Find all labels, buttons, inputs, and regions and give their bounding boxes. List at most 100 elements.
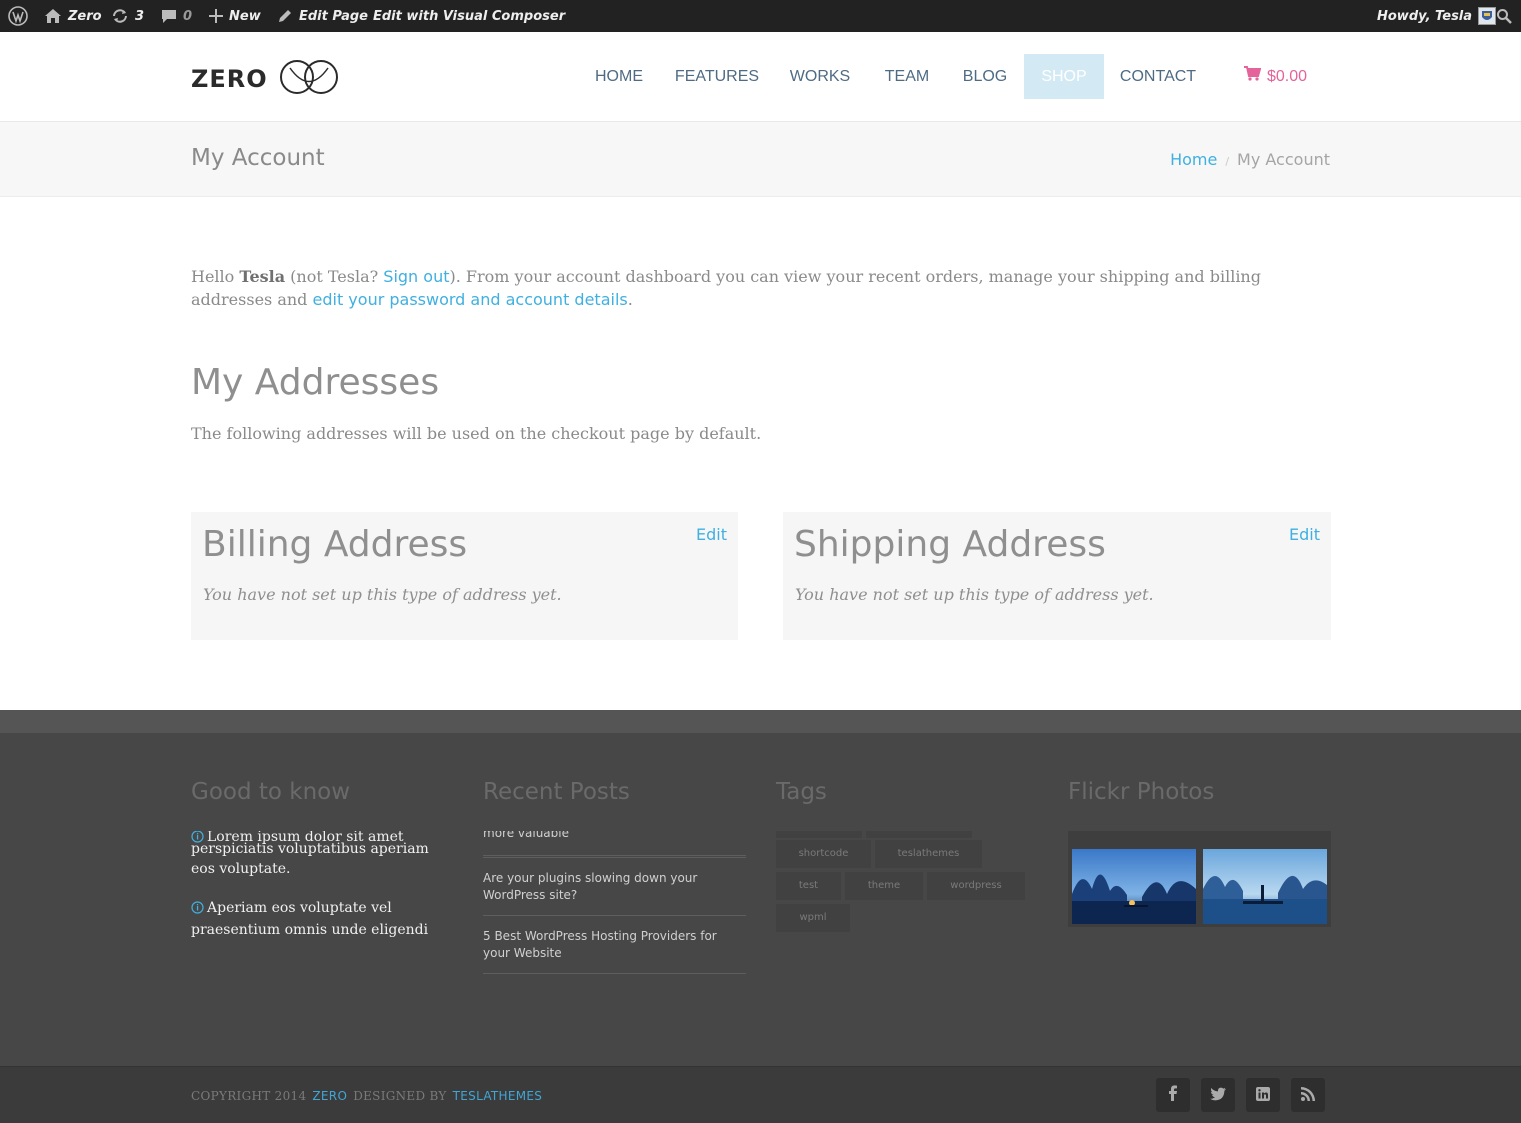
billing-edit-link[interactable]: Edit	[696, 525, 727, 544]
nav-contact[interactable]: CONTACT	[1113, 54, 1203, 99]
intro-hello: Hello	[191, 267, 240, 286]
good-to-know-item: perspiciatis voluptatibus aperiam eos vo…	[191, 841, 429, 877]
breadcrumb: Home / My Account	[1170, 150, 1330, 169]
intro-end: .	[627, 290, 633, 309]
billing-address-box: Billing Address Edit You have not set up…	[191, 512, 738, 640]
twitter-icon	[1210, 1086, 1226, 1105]
edit-account-link[interactable]: edit your password and account details	[313, 290, 628, 309]
account-menu[interactable]: Howdy, Tesla	[1377, 0, 1497, 32]
page-title: My Account	[191, 145, 325, 171]
edit-visual-composer-link[interactable]: Edit with Visual Composer	[373, 0, 565, 32]
tag-partial	[866, 831, 972, 838]
flickr-photos	[1068, 831, 1331, 927]
flickr-photo[interactable]	[1072, 849, 1196, 924]
breadcrumb-separator: /	[1225, 155, 1230, 168]
good-to-know-title: Good to know	[191, 779, 351, 805]
admin-bar: Zero 3 0 New Edit Page Edit with Visual …	[0, 0, 1521, 32]
tag-test[interactable]: test	[776, 872, 841, 900]
updates-count: 3	[135, 8, 145, 24]
footer-top-strip	[0, 710, 1521, 733]
tag-theme[interactable]: theme	[845, 872, 923, 900]
addresses-heading: My Addresses	[191, 362, 440, 403]
linkedin-icon	[1256, 1086, 1270, 1105]
tags-title: Tags	[776, 779, 827, 805]
howdy-label: Howdy, Tesla	[1377, 8, 1473, 24]
copyright-designed-by: DESIGNED BY	[353, 1089, 447, 1103]
facebook-icon	[1168, 1085, 1178, 1105]
logo-text: ZERO	[191, 65, 268, 93]
pencil-icon	[277, 8, 293, 24]
good-to-know-item: Aperiam eos voluptate vel praesentium om…	[191, 898, 441, 940]
wordpress-menu[interactable]	[8, 0, 28, 32]
comments-link[interactable]: 0	[161, 0, 192, 32]
cart-total: $0.00	[1267, 68, 1308, 85]
breadcrumb-current: My Account	[1237, 150, 1330, 169]
twitter-button[interactable]	[1201, 1078, 1235, 1112]
tag-wpml[interactable]: wpml	[776, 904, 850, 932]
site-name-label: Zero	[68, 8, 102, 24]
shipping-address-title: Shipping Address	[794, 524, 1106, 565]
cart-icon	[1244, 54, 1262, 99]
addresses-description: The following addresses will be used on …	[191, 424, 762, 443]
flickr-photo[interactable]	[1203, 849, 1327, 924]
flickr-title: Flickr Photos	[1068, 779, 1215, 805]
nav-features[interactable]: FEATURES	[670, 54, 764, 99]
plus-icon	[209, 9, 223, 23]
copyright-bar: COPYRIGHT 2014 ZERO DESIGNED BY TESLATHE…	[0, 1066, 1521, 1123]
linkedin-button[interactable]	[1246, 1078, 1280, 1112]
copyright-text: COPYRIGHT 2014 ZERO DESIGNED BY TESLATHE…	[191, 1089, 542, 1103]
visual-composer-label: Edit with Visual Composer	[373, 8, 566, 24]
recent-posts-title: Recent Posts	[483, 779, 630, 805]
new-content-link[interactable]: New	[209, 0, 261, 32]
tag-wordpress[interactable]: wordpress	[927, 872, 1025, 900]
site-name-link[interactable]: Zero	[44, 0, 102, 32]
divider	[483, 857, 746, 858]
edit-page-link[interactable]: Edit Page	[277, 0, 368, 32]
nav-works[interactable]: WORKS	[781, 54, 859, 99]
avatar-icon	[1478, 7, 1497, 25]
shipping-edit-link[interactable]: Edit	[1289, 525, 1320, 544]
facebook-button[interactable]	[1156, 1078, 1190, 1112]
copyright-prefix: COPYRIGHT 2014	[191, 1089, 307, 1103]
tag-partial	[776, 831, 862, 838]
wordpress-icon	[8, 6, 28, 26]
tag-teslathemes[interactable]: teslathemes	[875, 840, 982, 868]
breadcrumb-home[interactable]: Home	[1170, 150, 1217, 169]
recent-post-item[interactable]: 5 Best WordPress Hosting Providers for y…	[483, 928, 746, 974]
edit-page-label: Edit Page	[299, 8, 368, 24]
comments-icon	[161, 8, 177, 24]
recent-post-clip: more valuable	[483, 831, 746, 857]
billing-address-title: Billing Address	[202, 524, 468, 565]
nav-blog[interactable]: BLOG	[954, 54, 1016, 99]
designer-link[interactable]: TESLATHEMES	[453, 1089, 543, 1103]
new-label: New	[229, 8, 261, 24]
recent-post-item[interactable]: more valuable	[483, 831, 746, 856]
rss-button[interactable]	[1291, 1078, 1325, 1112]
admin-search[interactable]	[1496, 0, 1512, 32]
site-logo[interactable]: ZERO	[191, 59, 340, 99]
rss-icon	[1301, 1086, 1315, 1105]
info-icon	[191, 900, 204, 920]
sign-out-link[interactable]: Sign out	[383, 267, 449, 286]
site-header: ZERO HOME FEATURES WORKS TEAM BLOG SHOP …	[0, 32, 1521, 122]
comments-count: 0	[183, 8, 193, 24]
updates-link[interactable]: 3	[111, 0, 144, 32]
tag-shortcode[interactable]: shortcode	[776, 840, 871, 868]
page-title-bar: My Account Home / My Account	[0, 122, 1521, 197]
intro-user: Tesla	[239, 267, 286, 286]
infinity-logo-icon	[278, 59, 340, 99]
good-to-know-text: Aperiam eos voluptate vel praesentium om…	[191, 900, 429, 938]
recent-post-item[interactable]: Are your plugins slowing down your WordP…	[483, 870, 746, 916]
search-icon	[1496, 8, 1512, 24]
nav-home[interactable]: HOME	[585, 54, 653, 99]
nav-team[interactable]: TEAM	[876, 54, 938, 99]
nav-shop[interactable]: SHOP	[1024, 54, 1104, 99]
cart-link[interactable]: $0.00	[1244, 54, 1307, 99]
home-icon	[44, 8, 62, 24]
shipping-empty-message: You have not set up this type of address…	[795, 585, 1154, 604]
updates-icon	[111, 8, 129, 24]
copyright-site-link[interactable]: ZERO	[312, 1089, 347, 1103]
shipping-address-box: Shipping Address Edit You have not set u…	[783, 512, 1331, 640]
billing-empty-message: You have not set up this type of address…	[203, 585, 562, 604]
account-intro: Hello Tesla (not Tesla? Sign out). From …	[191, 265, 1331, 311]
